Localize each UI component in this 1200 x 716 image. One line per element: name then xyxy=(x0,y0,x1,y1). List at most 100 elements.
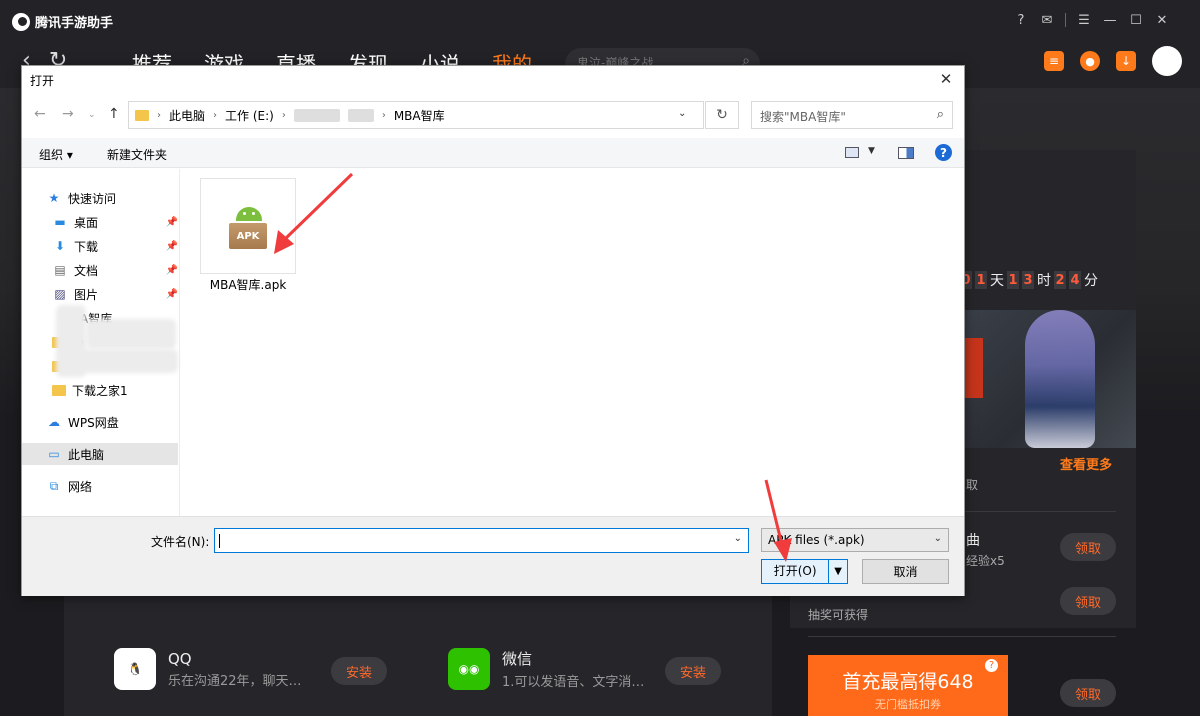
filetype-select[interactable]: APK files (*.apk) ⌄ xyxy=(761,528,949,552)
pin-icon[interactable]: 📌 xyxy=(166,265,178,276)
refresh-icon[interactable]: ↻ xyxy=(705,101,739,129)
nav-downloads[interactable]: ⬇ 下载 📌 xyxy=(52,235,178,257)
divider xyxy=(808,636,1116,637)
countdown-unit-minute: 分 xyxy=(1084,273,1098,289)
address-bar[interactable]: › 此电脑 › 工作 (E:) › › MBA智库 xyxy=(128,101,704,129)
nav-this-pc[interactable]: ▭ 此电脑 xyxy=(22,443,178,465)
open-button-label[interactable]: 打开(O) xyxy=(762,560,830,583)
up-arrow-icon[interactable]: ↑ xyxy=(108,106,120,122)
promo-coupon[interactable]: 首充最高得648 无门槛抵扣券 ? xyxy=(808,655,1008,716)
nav-label: WPS网盘 xyxy=(68,415,119,430)
question-icon[interactable]: ? xyxy=(985,659,998,672)
nav-folder-downloads-home[interactable]: 下载之家1 xyxy=(52,379,178,401)
pin-icon[interactable]: 📌 xyxy=(166,217,178,228)
nav-label: 图片 xyxy=(74,287,99,302)
banner-character-image xyxy=(1025,310,1095,448)
document-icon: ▤ xyxy=(54,263,66,277)
blurred-breadcrumb xyxy=(347,108,374,122)
cancel-button-label: 取消 xyxy=(893,565,918,579)
nav-quick-access[interactable]: ★ 快速访问 xyxy=(46,187,178,209)
android-icon xyxy=(236,207,262,221)
chevron-down-icon[interactable]: ⌄ xyxy=(734,533,742,544)
nav-pictures[interactable]: ▨ 图片 📌 xyxy=(52,283,178,305)
maximize-icon[interactable]: ☐ xyxy=(1128,12,1144,28)
install-button[interactable]: 安装 xyxy=(331,657,387,685)
promo-subtitle: 无门槛抵扣券 xyxy=(875,698,941,711)
navigation-pane: ★ 快速访问 ▬ 桌面 📌 ⬇ 下载 📌 ▤ 文档 📌 ▨ 图片 📌 A智库 xyxy=(22,169,180,516)
task-desc: 经验x5 xyxy=(966,554,1005,568)
help-icon[interactable]: ? xyxy=(935,144,952,161)
avatar[interactable] xyxy=(1152,46,1182,76)
countdown-digit: 1 xyxy=(1007,271,1019,289)
app-desc: 1.可以发语音、文字消… xyxy=(502,675,645,690)
chevron-down-icon[interactable]: ▼ xyxy=(868,146,875,156)
microphone-icon[interactable]: ● xyxy=(1080,51,1100,71)
chevron-down-icon[interactable]: ⌄ xyxy=(678,108,686,119)
nav-network[interactable]: ⧉ 网络 xyxy=(46,475,178,497)
qq-icon: 🐧 xyxy=(114,648,156,690)
pin-icon[interactable]: 📌 xyxy=(166,289,178,300)
chevron-down-icon[interactable]: ▼ xyxy=(829,566,847,577)
chevron-down-icon[interactable]: ⌄ xyxy=(934,533,942,544)
minimize-icon[interactable]: — xyxy=(1102,12,1118,28)
promo-title: 首充最高得648 xyxy=(842,671,974,693)
pin-icon[interactable]: 📌 xyxy=(166,241,178,252)
cancel-button[interactable]: 取消 xyxy=(862,559,949,584)
see-more-link[interactable]: 查看更多 xyxy=(1060,454,1112,473)
nav-wps-cloud[interactable]: ☁ WPS网盘 xyxy=(46,411,178,433)
file-name-label[interactable]: MBA智库.apk xyxy=(200,276,296,293)
app-logo: 腾讯手游助手 xyxy=(12,12,113,31)
event-banner[interactable] xyxy=(965,310,1136,448)
close-icon[interactable]: ✕ xyxy=(936,69,956,89)
app-item-qq[interactable]: 🐧 QQ 乐在沟通22年，聊天… xyxy=(114,648,302,690)
forward-arrow-icon[interactable]: → xyxy=(62,106,74,122)
nav-desktop[interactable]: ▬ 桌面 📌 xyxy=(52,211,178,233)
back-arrow-icon[interactable]: ← xyxy=(34,106,46,122)
breadcrumb-drive[interactable]: 工作 (E:) xyxy=(225,107,274,124)
filetype-value: APK files (*.apk) xyxy=(768,533,865,547)
search-input[interactable]: 搜索"MBA智库" ⌕ xyxy=(751,101,953,129)
menu-icon[interactable]: ☰ xyxy=(1076,12,1092,28)
close-icon[interactable]: ✕ xyxy=(1154,12,1170,28)
chevron-right-icon[interactable]: › xyxy=(382,110,386,121)
nav-documents[interactable]: ▤ 文档 📌 xyxy=(52,259,178,281)
chevron-right-icon[interactable]: › xyxy=(213,110,217,121)
claim-button[interactable]: 领取 xyxy=(1060,679,1116,707)
filename-input[interactable]: ⌄ xyxy=(214,528,749,553)
chevron-right-icon[interactable]: › xyxy=(282,110,286,121)
cloud-icon: ☁ xyxy=(48,415,60,429)
organize-button[interactable]: 组织 ▾ xyxy=(39,146,73,163)
task-desc: 抽奖可获得 xyxy=(808,608,869,622)
view-options-icon[interactable] xyxy=(845,147,859,158)
mail-icon[interactable]: ✉ xyxy=(1039,12,1055,28)
search-icon[interactable]: ⌕ xyxy=(937,107,944,122)
claim-button[interactable]: 领取 xyxy=(1060,533,1116,561)
claim-button[interactable]: 领取 xyxy=(1060,587,1116,615)
nav-label: 此电脑 xyxy=(68,447,105,462)
app-item-wechat[interactable]: ◉◉ 微信 1.可以发语音、文字消… xyxy=(448,648,644,690)
download-icon[interactable]: ↓ xyxy=(1116,51,1136,71)
install-button[interactable]: 安装 xyxy=(665,657,721,685)
nav-label: 快速访问 xyxy=(68,191,117,206)
tencent-logo-icon xyxy=(12,12,30,31)
countdown-digit: 2 xyxy=(1054,271,1066,289)
open-button[interactable]: 打开(O) ▼ xyxy=(761,559,848,584)
text-caret xyxy=(219,534,220,548)
folder-icon xyxy=(52,384,66,396)
preview-pane-icon[interactable] xyxy=(898,147,914,159)
divider xyxy=(1065,13,1066,27)
breadcrumb-this-pc[interactable]: 此电脑 xyxy=(169,107,205,124)
file-item-apk[interactable]: APK xyxy=(200,178,296,274)
breadcrumb-current[interactable]: MBA智库 xyxy=(394,107,445,124)
blurred-region xyxy=(74,349,178,373)
message-icon[interactable]: ≡ xyxy=(1044,51,1064,71)
nav-label: 网络 xyxy=(68,479,93,494)
chevron-right-icon[interactable]: › xyxy=(157,110,161,121)
dialog-footer: 文件名(N): ⌄ APK files (*.apk) ⌄ 打开(O) ▼ 取消 xyxy=(22,516,964,596)
recent-dropdown-icon[interactable]: ⌄ xyxy=(88,110,96,120)
task-fragment-text: 取 xyxy=(966,478,979,492)
help-icon[interactable]: ? xyxy=(1013,12,1029,28)
new-folder-button[interactable]: 新建文件夹 xyxy=(107,146,167,163)
app-name: 微信 xyxy=(502,650,533,668)
folder-icon xyxy=(135,109,149,121)
